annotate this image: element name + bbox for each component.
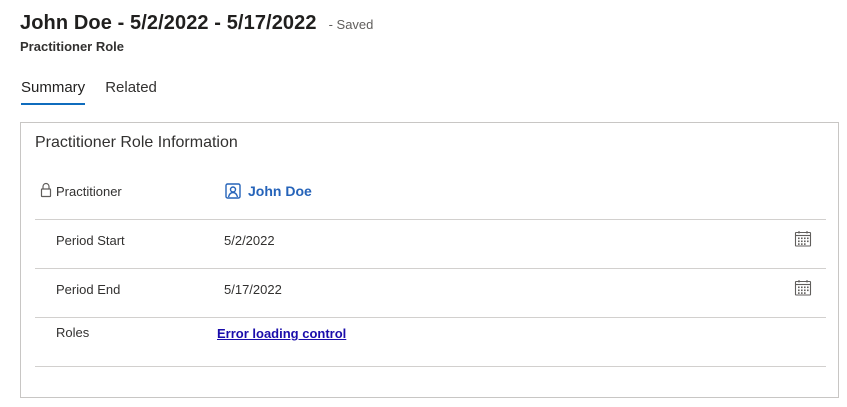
period-start-label: Period Start <box>56 233 125 248</box>
calendar-icon[interactable] <box>794 279 812 297</box>
tab-bar: Summary Related <box>21 79 177 105</box>
tab-related[interactable]: Related <box>105 79 157 105</box>
period-end-field: Period End 5/17/2022 <box>35 269 826 318</box>
tab-summary[interactable]: Summary <box>21 79 86 105</box>
lock-icon <box>39 182 53 198</box>
calendar-icon[interactable] <box>794 230 812 248</box>
roles-field: Roles Error loading control <box>35 318 826 367</box>
practitioner-lookup[interactable]: John Doe <box>224 182 312 200</box>
entity-name: Practitioner Role <box>20 39 125 54</box>
title-row: John Doe - 5/2/2022 - 5/17/2022 - Saved <box>20 12 373 35</box>
period-end-label: Period End <box>56 282 121 297</box>
section-title: Practitioner Role Information <box>35 134 238 151</box>
practitioner-role-section: Practitioner Role Information Practition… <box>20 122 839 398</box>
roles-label: Roles <box>56 325 90 340</box>
practitioner-value[interactable]: John Doe <box>248 183 312 199</box>
contact-card-icon <box>224 182 242 200</box>
period-end-value[interactable]: 5/17/2022 <box>224 282 282 297</box>
practitioner-label: Practitioner <box>56 184 122 199</box>
practitioner-field: Practitioner John Doe <box>35 171 826 220</box>
save-status: - Saved <box>328 17 374 32</box>
record-header: John Doe - 5/2/2022 - 5/17/2022 - Saved … <box>20 12 373 54</box>
error-loading-control-link[interactable]: Error loading control <box>217 326 346 341</box>
record-title: John Doe - 5/2/2022 - 5/17/2022 <box>20 12 317 34</box>
period-start-value[interactable]: 5/2/2022 <box>224 233 275 248</box>
period-start-field: Period Start 5/2/2022 <box>35 220 826 269</box>
